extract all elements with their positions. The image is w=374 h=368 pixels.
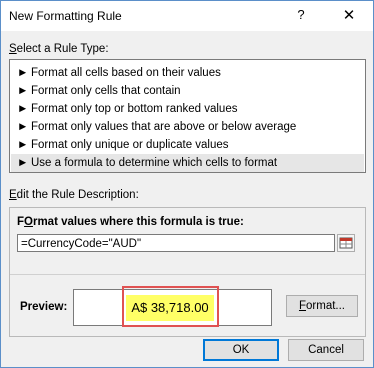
ok-button[interactable]: OK <box>203 339 279 361</box>
preview-label: Preview: <box>20 301 68 313</box>
rule-type-item-selected[interactable]: ► Use a formula to determine which cells … <box>11 154 364 172</box>
arrow-icon: ► <box>17 121 29 133</box>
rule-type-list[interactable]: ► Format all cells based on their values … <box>9 59 366 173</box>
separator <box>10 274 365 275</box>
title-bar: New Formatting Rule ? ✕ <box>1 1 373 31</box>
rule-type-item[interactable]: ► Format only values that are above or be… <box>11 118 364 136</box>
rule-type-item[interactable]: ► Format only unique or duplicate values <box>11 136 364 154</box>
description-label: Edit the Rule Description: <box>9 189 139 201</box>
rule-type-item[interactable]: ► Format only cells that contain <box>11 82 364 100</box>
arrow-icon: ► <box>17 85 29 97</box>
arrow-icon: ► <box>17 157 29 169</box>
help-button[interactable]: ? <box>291 7 311 25</box>
format-button[interactable]: Format... <box>286 295 358 317</box>
arrow-icon: ► <box>17 67 29 79</box>
preview-box: A$ 38,718.00 <box>73 286 272 327</box>
range-selector-icon <box>339 237 353 249</box>
cancel-button[interactable]: Cancel <box>288 339 364 361</box>
formula-label: FOrmat values where this formula is true… <box>17 216 244 228</box>
rule-type-item[interactable]: ► Format only top or bottom ranked values <box>11 100 364 118</box>
callout-highlight <box>122 286 219 327</box>
dialog-title: New Formatting Rule <box>9 9 122 23</box>
range-selector-button[interactable] <box>337 234 355 252</box>
new-formatting-rule-dialog: New Formatting Rule ? ✕ Select a Rule Ty… <box>0 0 374 368</box>
arrow-icon: ► <box>17 103 29 115</box>
arrow-icon: ► <box>17 139 29 151</box>
rule-description-group: FOrmat values where this formula is true… <box>9 207 366 337</box>
formula-input[interactable]: =CurrencyCode="AUD" <box>17 234 335 252</box>
rule-type-item[interactable]: ► Format all cells based on their values <box>11 64 364 82</box>
rule-type-label: Select a Rule Type: <box>9 43 109 55</box>
close-button[interactable]: ✕ <box>337 6 361 26</box>
